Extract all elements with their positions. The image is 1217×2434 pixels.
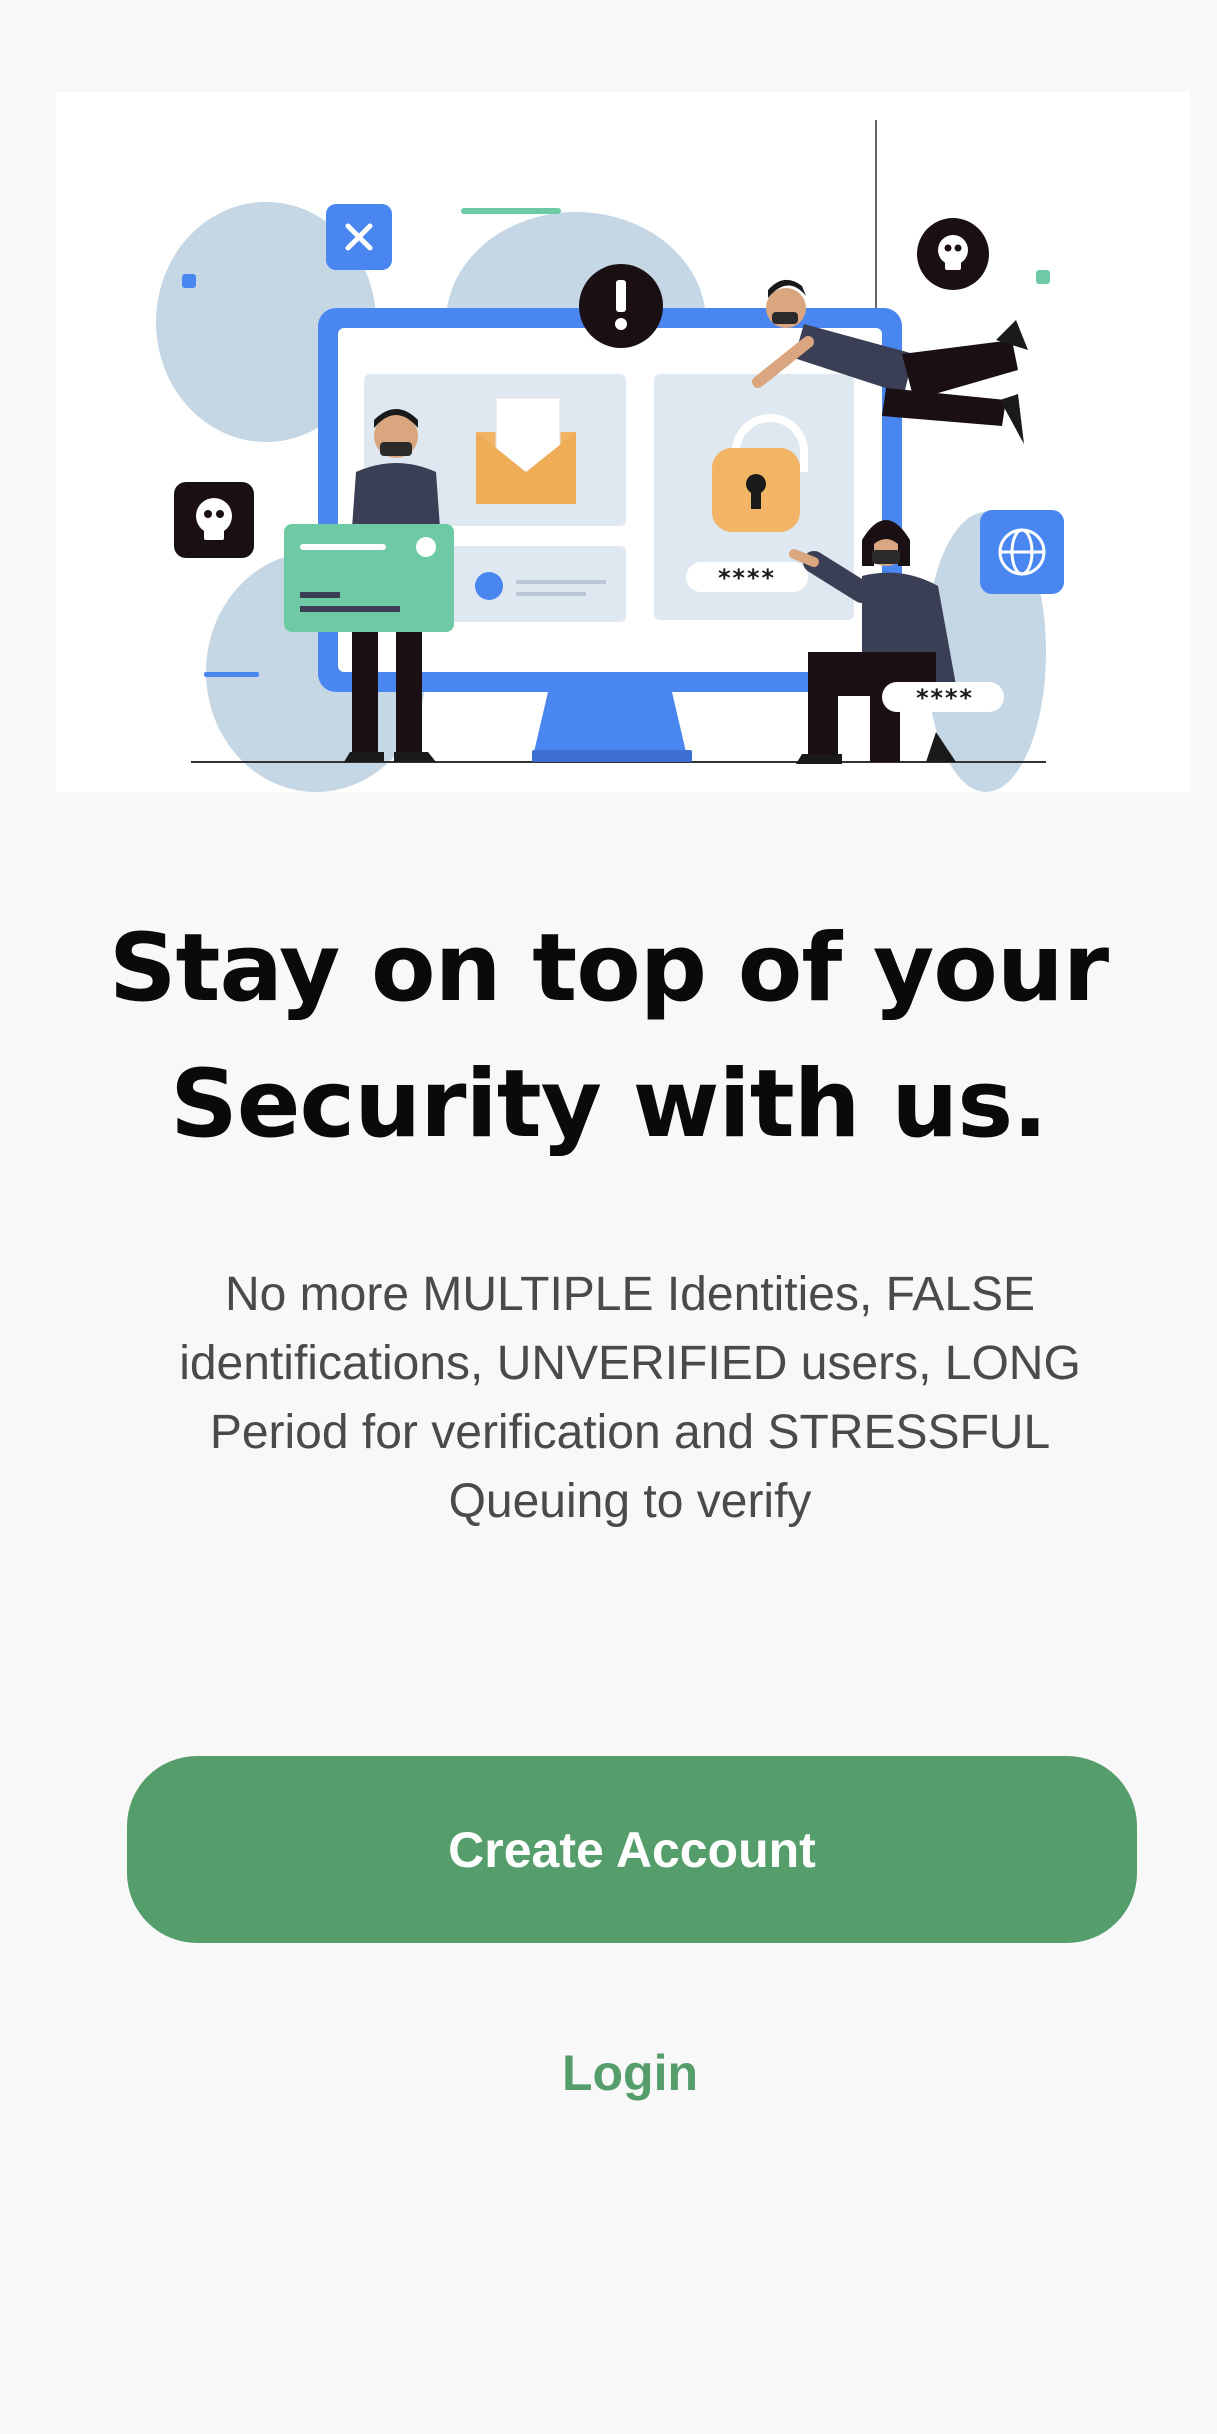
headline-line-1: Stay on top of your: [108, 913, 1109, 1023]
login-link[interactable]: Login: [0, 2038, 1217, 2108]
password-mask-2: ****: [915, 684, 973, 712]
onboarding-screen: **** **** Stay on top of your Security w…: [0, 0, 1217, 2434]
create-account-button[interactable]: Create Account: [127, 1756, 1137, 1943]
password-mask-1: ****: [717, 564, 775, 592]
description-text: No more MULTIPLE Identities, FALSE ident…: [179, 1268, 1081, 1528]
security-illustration: **** ****: [56, 92, 1190, 792]
page-title: Stay on top of your Security with us.: [0, 901, 1217, 1173]
headline-line-2: Security with us.: [170, 1049, 1048, 1159]
